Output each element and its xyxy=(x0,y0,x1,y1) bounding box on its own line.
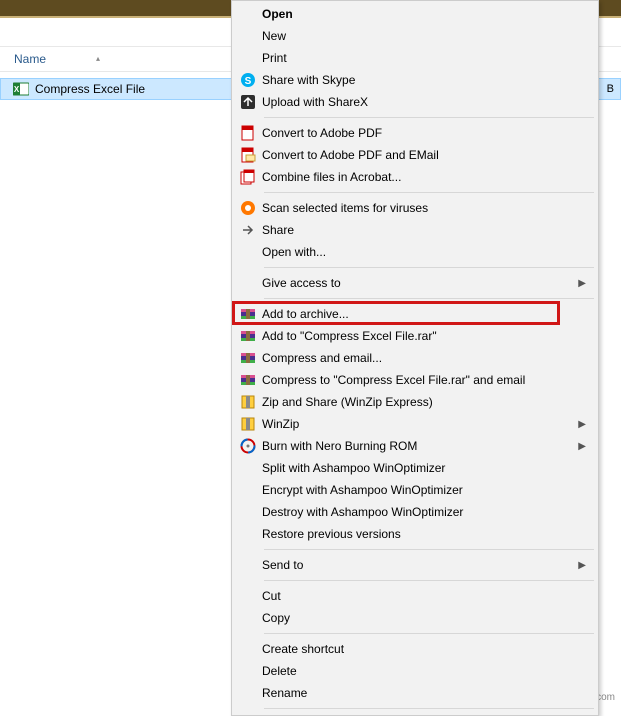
menu-item-label: Open with... xyxy=(262,245,586,259)
menu-item-label: Create shortcut xyxy=(262,642,586,656)
menu-item-send_to[interactable]: Send to▶ xyxy=(234,554,596,576)
menu-item-skype[interactable]: S Share with Skype xyxy=(234,69,596,91)
menu-item-cut[interactable]: Cut xyxy=(234,585,596,607)
menu-item-label: New xyxy=(262,29,586,43)
menu-item-create_shortcut[interactable]: Create shortcut xyxy=(234,638,596,660)
submenu-arrow-icon: ▶ xyxy=(578,278,586,289)
menu-item-ashampoo_split[interactable]: Split with Ashampoo WinOptimizer xyxy=(234,457,596,479)
column-header-name-label: Name xyxy=(14,52,46,66)
share-icon xyxy=(234,222,262,238)
winzip-icon xyxy=(234,416,262,432)
avast-icon xyxy=(234,200,262,216)
menu-item-zip_share[interactable]: Zip and Share (WinZip Express) xyxy=(234,391,596,413)
menu-item-label: Burn with Nero Burning ROM xyxy=(262,439,578,453)
menu-item-virus_scan[interactable]: Scan selected items for viruses xyxy=(234,197,596,219)
menu-item-label: Compress and email... xyxy=(262,351,586,365)
submenu-arrow-icon: ▶ xyxy=(578,560,586,571)
menu-separator xyxy=(264,117,594,118)
winrar-icon xyxy=(234,306,262,322)
menu-item-add_archive[interactable]: Add to archive... xyxy=(234,303,596,325)
menu-item-adobe_pdf_email[interactable]: Convert to Adobe PDF and EMail xyxy=(234,144,596,166)
menu-item-acrobat_combine[interactable]: Combine files in Acrobat... xyxy=(234,166,596,188)
context-menu: Open New Print S Share with Skype Upload with… xyxy=(231,0,599,716)
menu-item-label: Add to "Compress Excel File.rar" xyxy=(262,329,586,343)
menu-item-winzip[interactable]: WinZip▶ xyxy=(234,413,596,435)
menu-item-label: Send to xyxy=(262,558,578,572)
menu-separator xyxy=(264,192,594,193)
menu-item-label: Give access to xyxy=(262,276,578,290)
menu-item-label: Add to archive... xyxy=(262,307,586,321)
menu-item-compress_rar_email[interactable]: Compress to "Compress Excel File.rar" an… xyxy=(234,369,596,391)
menu-item-label: Scan selected items for viruses xyxy=(262,201,586,215)
menu-item-label: Open xyxy=(262,7,586,21)
svg-text:X: X xyxy=(14,85,20,94)
submenu-arrow-icon: ▶ xyxy=(578,419,586,430)
menu-item-restore_versions[interactable]: Restore previous versions xyxy=(234,523,596,545)
sort-indicator-icon: ▴ xyxy=(96,54,100,63)
submenu-arrow-icon: ▶ xyxy=(578,441,586,452)
file-size-suffix: B xyxy=(607,83,620,95)
menu-item-label: Restore previous versions xyxy=(262,527,586,541)
excel-file-icon: X xyxy=(13,81,29,97)
menu-item-label: Destroy with Ashampoo WinOptimizer xyxy=(262,505,586,519)
menu-item-open[interactable]: Open xyxy=(234,3,596,25)
winrar-icon xyxy=(234,372,262,388)
menu-separator xyxy=(264,580,594,581)
menu-separator xyxy=(264,267,594,268)
menu-item-label: Rename xyxy=(262,686,586,700)
winrar-icon xyxy=(234,328,262,344)
column-header-name[interactable]: Name ▴ xyxy=(0,52,60,66)
menu-separator xyxy=(264,708,594,709)
menu-item-label: WinZip xyxy=(262,417,578,431)
sharex-icon xyxy=(234,94,262,110)
winzip-icon xyxy=(234,394,262,410)
menu-item-label: Upload with ShareX xyxy=(262,95,586,109)
menu-item-adobe_pdf[interactable]: Convert to Adobe PDF xyxy=(234,122,596,144)
menu-item-label: Split with Ashampoo WinOptimizer xyxy=(262,461,586,475)
menu-item-nero[interactable]: Burn with Nero Burning ROM▶ xyxy=(234,435,596,457)
menu-item-open_with[interactable]: Open with... xyxy=(234,241,596,263)
skype-icon: S xyxy=(234,72,262,88)
menu-item-sharex[interactable]: Upload with ShareX xyxy=(234,91,596,113)
menu-item-label: Print xyxy=(262,51,586,65)
pdf-icon xyxy=(234,125,262,141)
menu-item-label: Zip and Share (WinZip Express) xyxy=(262,395,586,409)
menu-item-label: Cut xyxy=(262,589,586,603)
menu-separator xyxy=(264,633,594,634)
winrar-icon xyxy=(234,350,262,366)
menu-item-new[interactable]: New xyxy=(234,25,596,47)
menu-item-delete[interactable]: Delete xyxy=(234,660,596,682)
pdf-mail-icon xyxy=(234,147,262,163)
menu-item-label: Combine files in Acrobat... xyxy=(262,170,586,184)
menu-item-ashampoo_destroy[interactable]: Destroy with Ashampoo WinOptimizer xyxy=(234,501,596,523)
menu-item-label: Compress to "Compress Excel File.rar" an… xyxy=(262,373,586,387)
menu-item-label: Convert to Adobe PDF xyxy=(262,126,586,140)
menu-item-label: Share with Skype xyxy=(262,73,586,87)
menu-item-ashampoo_encrypt[interactable]: Encrypt with Ashampoo WinOptimizer xyxy=(234,479,596,501)
menu-item-compress_email[interactable]: Compress and email... xyxy=(234,347,596,369)
nero-icon xyxy=(234,438,262,454)
svg-text:S: S xyxy=(245,76,252,87)
menu-item-label: Share xyxy=(262,223,586,237)
menu-item-rename[interactable]: Rename xyxy=(234,682,596,704)
menu-item-add_to_rar[interactable]: Add to "Compress Excel File.rar" xyxy=(234,325,596,347)
menu-item-label: Delete xyxy=(262,664,586,678)
menu-item-label: Copy xyxy=(262,611,586,625)
menu-item-print[interactable]: Print xyxy=(234,47,596,69)
menu-item-label: Convert to Adobe PDF and EMail xyxy=(262,148,586,162)
pdf-stack-icon xyxy=(234,169,262,185)
menu-separator xyxy=(264,549,594,550)
menu-separator xyxy=(264,298,594,299)
menu-item-copy[interactable]: Copy xyxy=(234,607,596,629)
menu-item-share[interactable]: Share xyxy=(234,219,596,241)
menu-item-give_access[interactable]: Give access to▶ xyxy=(234,272,596,294)
menu-item-label: Encrypt with Ashampoo WinOptimizer xyxy=(262,483,586,497)
